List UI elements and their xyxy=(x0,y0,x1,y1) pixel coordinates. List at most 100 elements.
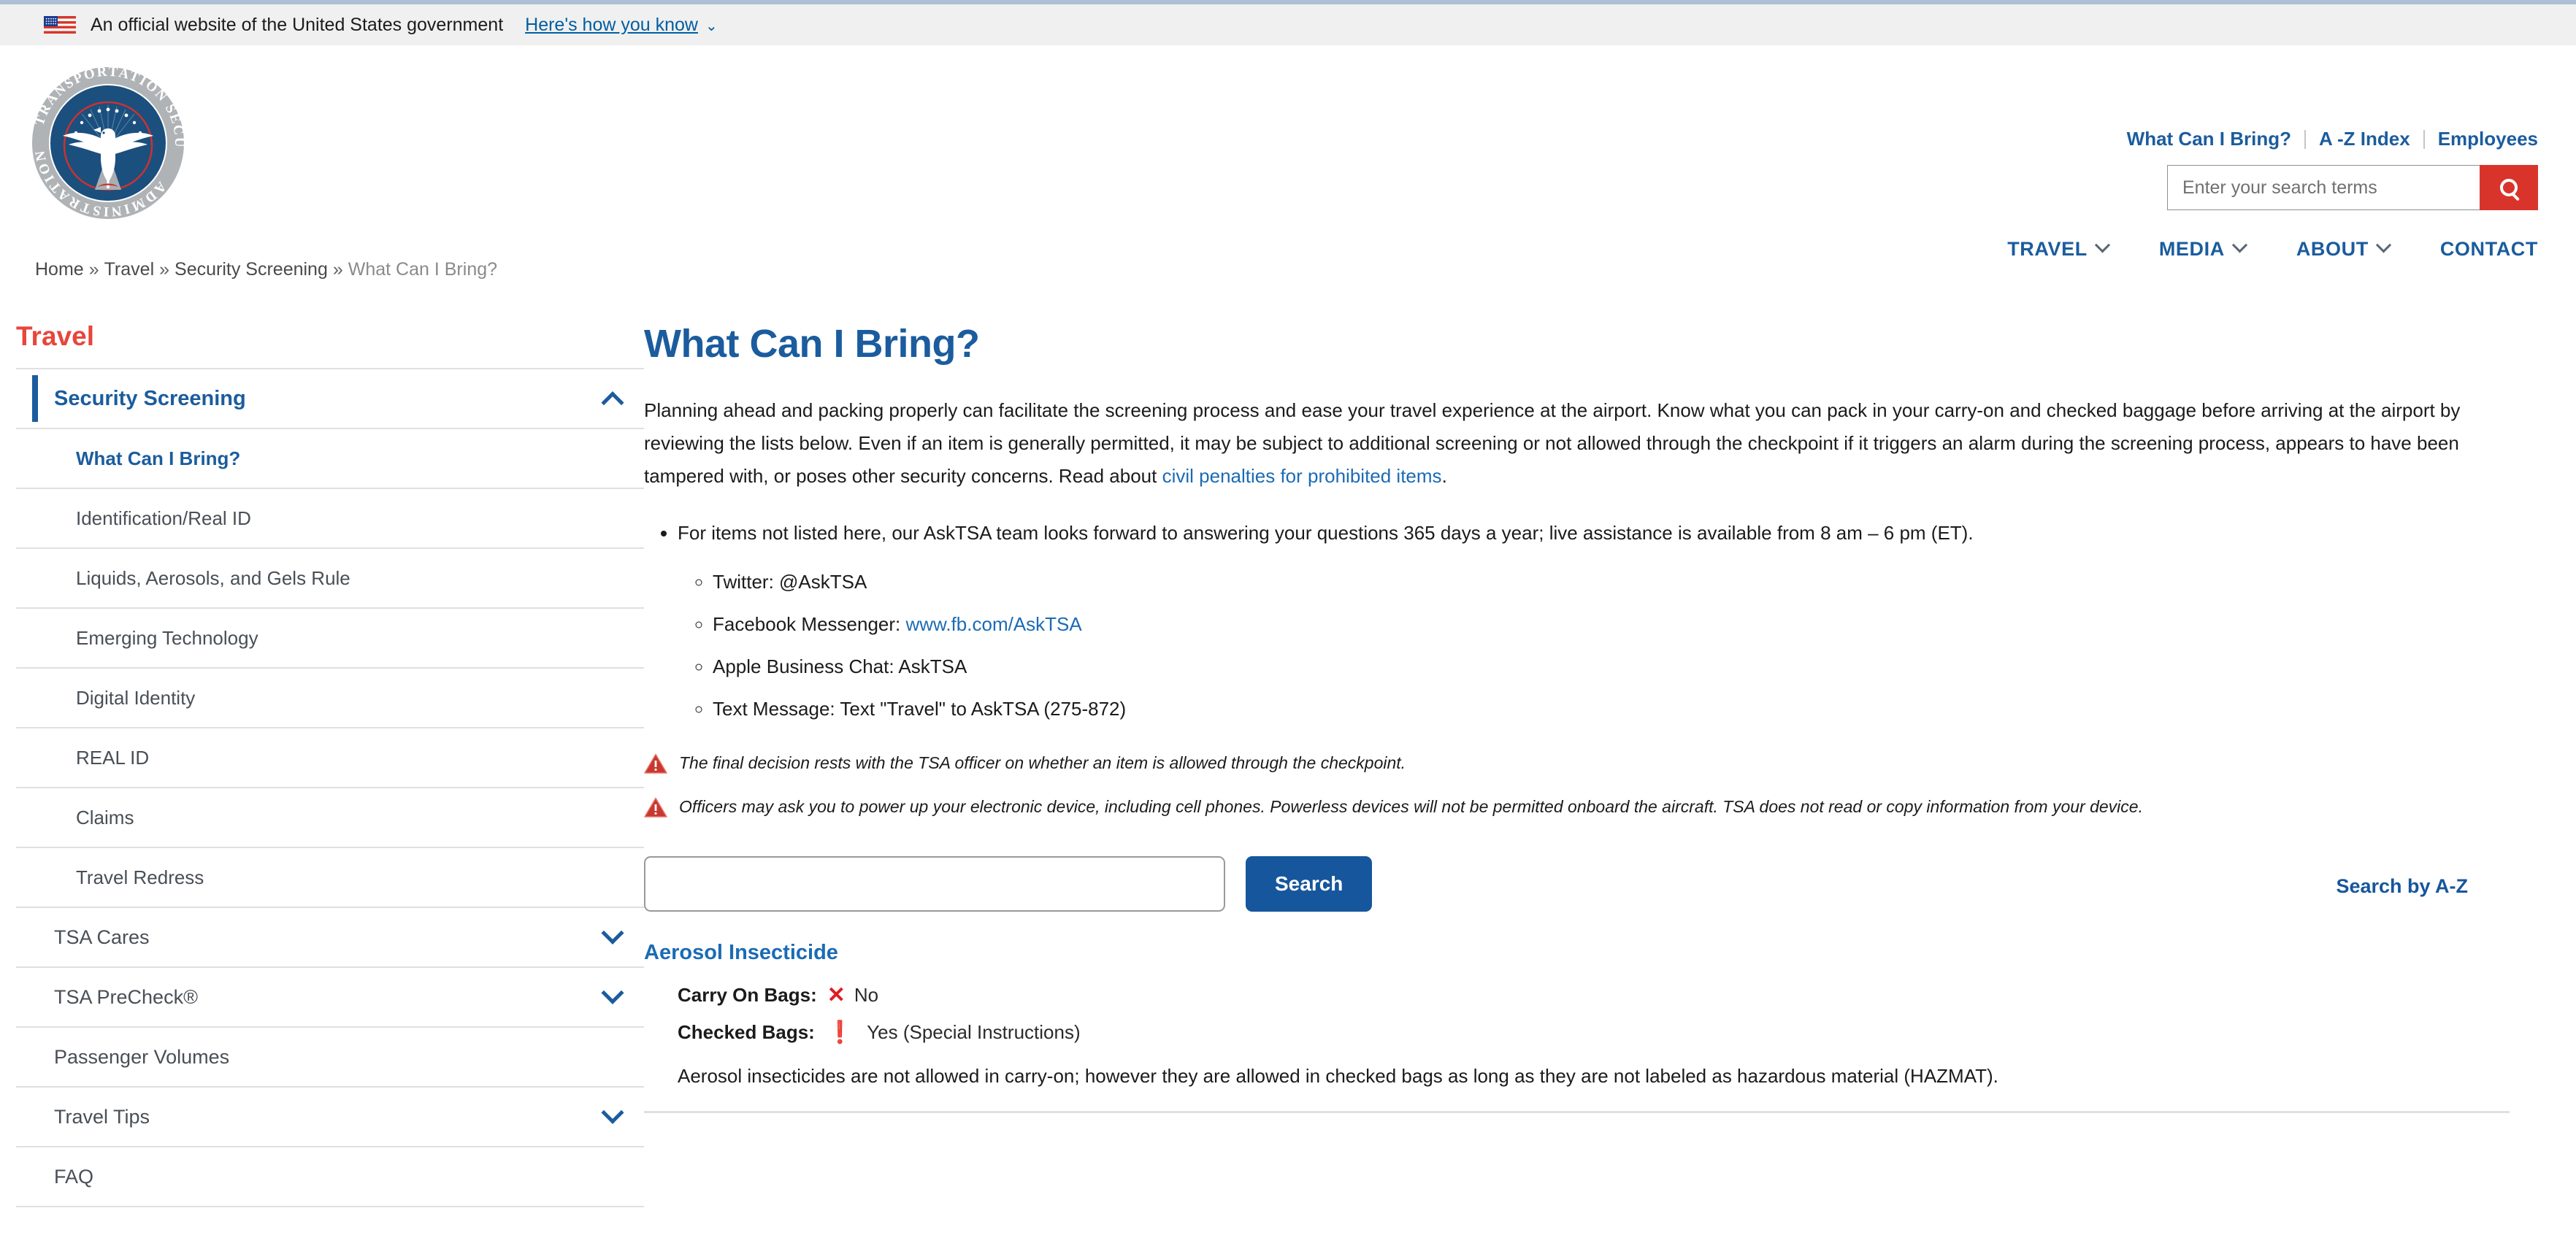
sidebar-item-claims[interactable]: Claims xyxy=(16,788,644,848)
sidebar-item-passenger-volumes[interactable]: Passenger Volumes xyxy=(16,1028,644,1088)
sidebar-item-emerging-technology[interactable]: Emerging Technology xyxy=(16,609,644,669)
search-icon xyxy=(2500,179,2518,196)
result-attributes: Carry On Bags: ✕ No Checked Bags: ❗ Yes … xyxy=(678,984,2542,1044)
sidebar-item-security-screening[interactable]: Security Screening xyxy=(16,369,644,429)
utility-link-a-z-index[interactable]: A -Z Index xyxy=(2306,128,2423,150)
nav-item-travel[interactable]: TRAVEL xyxy=(2007,238,2108,261)
notice-text: Officers may ask you to power up your el… xyxy=(679,795,2143,818)
warning-triangle-icon xyxy=(644,797,667,818)
site-header: TRANSPORTATION SECURITY ADMINISTRATION xyxy=(0,45,2576,228)
nav-item-contact[interactable]: CONTACT xyxy=(2440,238,2538,261)
asktsa-bullet-text: For items not listed here, our AskTSA te… xyxy=(678,522,1974,544)
content-divider xyxy=(644,1111,2510,1113)
sidebar-item-identification-real-id[interactable]: Identification/Real ID xyxy=(16,489,644,549)
sidebar-item-label: Travel Tips xyxy=(54,1106,150,1128)
page-title: What Can I Bring? xyxy=(644,321,2542,366)
sidebar-item-label: Liquids, Aerosols, and Gels Rule xyxy=(76,567,350,590)
site-search xyxy=(2167,165,2538,210)
civil-penalties-link[interactable]: civil penalties for prohibited items xyxy=(1162,465,1442,487)
asktsa-channel-list: Twitter: @AskTSA Facebook Messenger: www… xyxy=(713,566,2542,725)
sidebar-item-label: Emerging Technology xyxy=(76,627,258,650)
list-item: Apple Business Chat: AskTSA xyxy=(713,650,2542,682)
result-description: Aerosol insecticides are not allowed in … xyxy=(678,1061,2542,1090)
sidebar-item-label: Identification/Real ID xyxy=(76,507,251,530)
result-title-aerosol-insecticide[interactable]: Aerosol Insecticide xyxy=(644,941,838,965)
utility-link-what-can-i-bring[interactable]: What Can I Bring? xyxy=(2127,128,2304,150)
heres-how-you-know-link[interactable]: Here's how you know ⌄ xyxy=(525,15,718,36)
notice-power-up-device: Officers may ask you to power up your el… xyxy=(644,795,2542,818)
sidebar-item-label: Passenger Volumes xyxy=(54,1046,229,1069)
list-item: Twitter: @AskTSA xyxy=(713,566,2542,598)
site-search-button[interactable] xyxy=(2480,165,2538,210)
chevron-up-icon xyxy=(601,391,624,414)
chevron-down-icon xyxy=(601,1101,624,1124)
breadcrumb-item-home[interactable]: Home xyxy=(35,259,84,280)
result-label-carry-on: Carry On Bags: xyxy=(678,984,817,1007)
sidebar-item-tsa-cares[interactable]: TSA Cares xyxy=(16,908,644,968)
item-search-button[interactable]: Search xyxy=(1246,856,1372,912)
nav-item-media[interactable]: MEDIA xyxy=(2159,238,2245,261)
x-mark-icon: ✕ xyxy=(827,985,846,1007)
gov-banner: An official website of the United States… xyxy=(0,0,2576,45)
breadcrumb: Home»Travel»Security Screening»What Can … xyxy=(35,259,497,280)
chevron-down-icon xyxy=(601,982,624,1004)
nav-item-about[interactable]: ABOUT xyxy=(2296,238,2389,261)
sidebar-item-label: Security Screening xyxy=(54,387,246,411)
tsa-seal-logo[interactable]: TRANSPORTATION SECURITY ADMINISTRATION xyxy=(31,66,185,220)
breadcrumb-separator: » xyxy=(159,259,169,280)
utility-link-employees[interactable]: Employees xyxy=(2425,128,2538,150)
list-item: Facebook Messenger: www.fb.com/AskTSA xyxy=(713,608,2542,640)
sidebar-item-label: What Can I Bring? xyxy=(76,447,240,470)
site-search-input[interactable] xyxy=(2167,165,2480,210)
intro-text-part2: . xyxy=(1442,465,1447,487)
sidebar: Travel Security Screening What Can I Bri… xyxy=(16,321,644,1207)
item-search-input[interactable] xyxy=(644,856,1225,912)
sidebar-item-travel-redress[interactable]: Travel Redress xyxy=(16,848,644,908)
nav-label-travel: TRAVEL xyxy=(2007,238,2088,261)
result-value-carry-on: No xyxy=(854,984,878,1007)
breadcrumb-separator: » xyxy=(89,259,99,280)
chevron-down-icon: ⌄ xyxy=(705,17,718,35)
chevron-down-icon xyxy=(2376,237,2391,253)
asktsa-bullet-list: For items not listed here, our AskTSA te… xyxy=(678,516,2542,725)
us-flag-icon xyxy=(44,16,76,34)
sidebar-item-travel-tips[interactable]: Travel Tips xyxy=(16,1088,644,1147)
notice-final-decision: The final decision rests with the TSA of… xyxy=(644,751,2542,774)
tsa-seal-svg: TRANSPORTATION SECURITY ADMINISTRATION xyxy=(31,66,185,220)
sidebar-item-label: REAL ID xyxy=(76,747,149,769)
sidebar-item-faq[interactable]: FAQ xyxy=(16,1147,644,1207)
nav-label-contact: CONTACT xyxy=(2440,238,2538,261)
channel-twitter: Twitter: @AskTSA xyxy=(713,571,867,593)
nav-label-about: ABOUT xyxy=(2296,238,2369,261)
channel-text-message: Text Message: Text "Travel" to AskTSA (2… xyxy=(713,698,1126,720)
sidebar-item-label: Claims xyxy=(76,807,134,829)
sidebar-item-what-can-i-bring[interactable]: What Can I Bring? xyxy=(16,429,644,489)
list-item: Text Message: Text "Travel" to AskTSA (2… xyxy=(713,693,2542,725)
channel-facebook-label: Facebook Messenger: xyxy=(713,613,905,635)
breadcrumb-item-travel[interactable]: Travel xyxy=(104,259,155,280)
exclamation-icon: ❗ xyxy=(827,1022,854,1044)
gov-banner-link-label: Here's how you know xyxy=(525,15,698,35)
sidebar-item-label: TSA Cares xyxy=(54,926,150,949)
result-row-checked: Checked Bags: ❗ Yes (Special Instruction… xyxy=(678,1021,2542,1044)
sidebar-item-tsa-precheck[interactable]: TSA PreCheck® xyxy=(16,968,644,1028)
breadcrumb-item-security-screening[interactable]: Security Screening xyxy=(175,259,328,280)
warning-triangle-icon xyxy=(644,753,667,774)
result-row-carry-on: Carry On Bags: ✕ No xyxy=(678,984,2542,1007)
notice-text: The final decision rests with the TSA of… xyxy=(679,751,1406,774)
sidebar-item-digital-identity[interactable]: Digital Identity xyxy=(16,669,644,728)
chevron-down-icon xyxy=(601,922,624,945)
sidebar-item-label: Digital Identity xyxy=(76,687,195,709)
search-by-a-z-link[interactable]: Search by A-Z xyxy=(2336,875,2468,898)
facebook-messenger-link[interactable]: www.fb.com/AskTSA xyxy=(905,613,1081,635)
gov-banner-text: An official website of the United States… xyxy=(91,15,503,36)
nav-label-media: MEDIA xyxy=(2159,238,2225,261)
sidebar-item-label: FAQ xyxy=(54,1166,93,1188)
sidebar-item-liquids-aerosols-gels-rule[interactable]: Liquids, Aerosols, and Gels Rule xyxy=(16,549,644,609)
list-item: For items not listed here, our AskTSA te… xyxy=(678,516,2542,725)
breadcrumb-separator: » xyxy=(333,259,343,280)
sidebar-title: Travel xyxy=(16,321,644,352)
sidebar-item-real-id[interactable]: REAL ID xyxy=(16,728,644,788)
sidebar-list: Security Screening What Can I Bring? Ide… xyxy=(16,368,644,1207)
utility-nav: What Can I Bring? A -Z Index Employees xyxy=(2127,128,2538,150)
